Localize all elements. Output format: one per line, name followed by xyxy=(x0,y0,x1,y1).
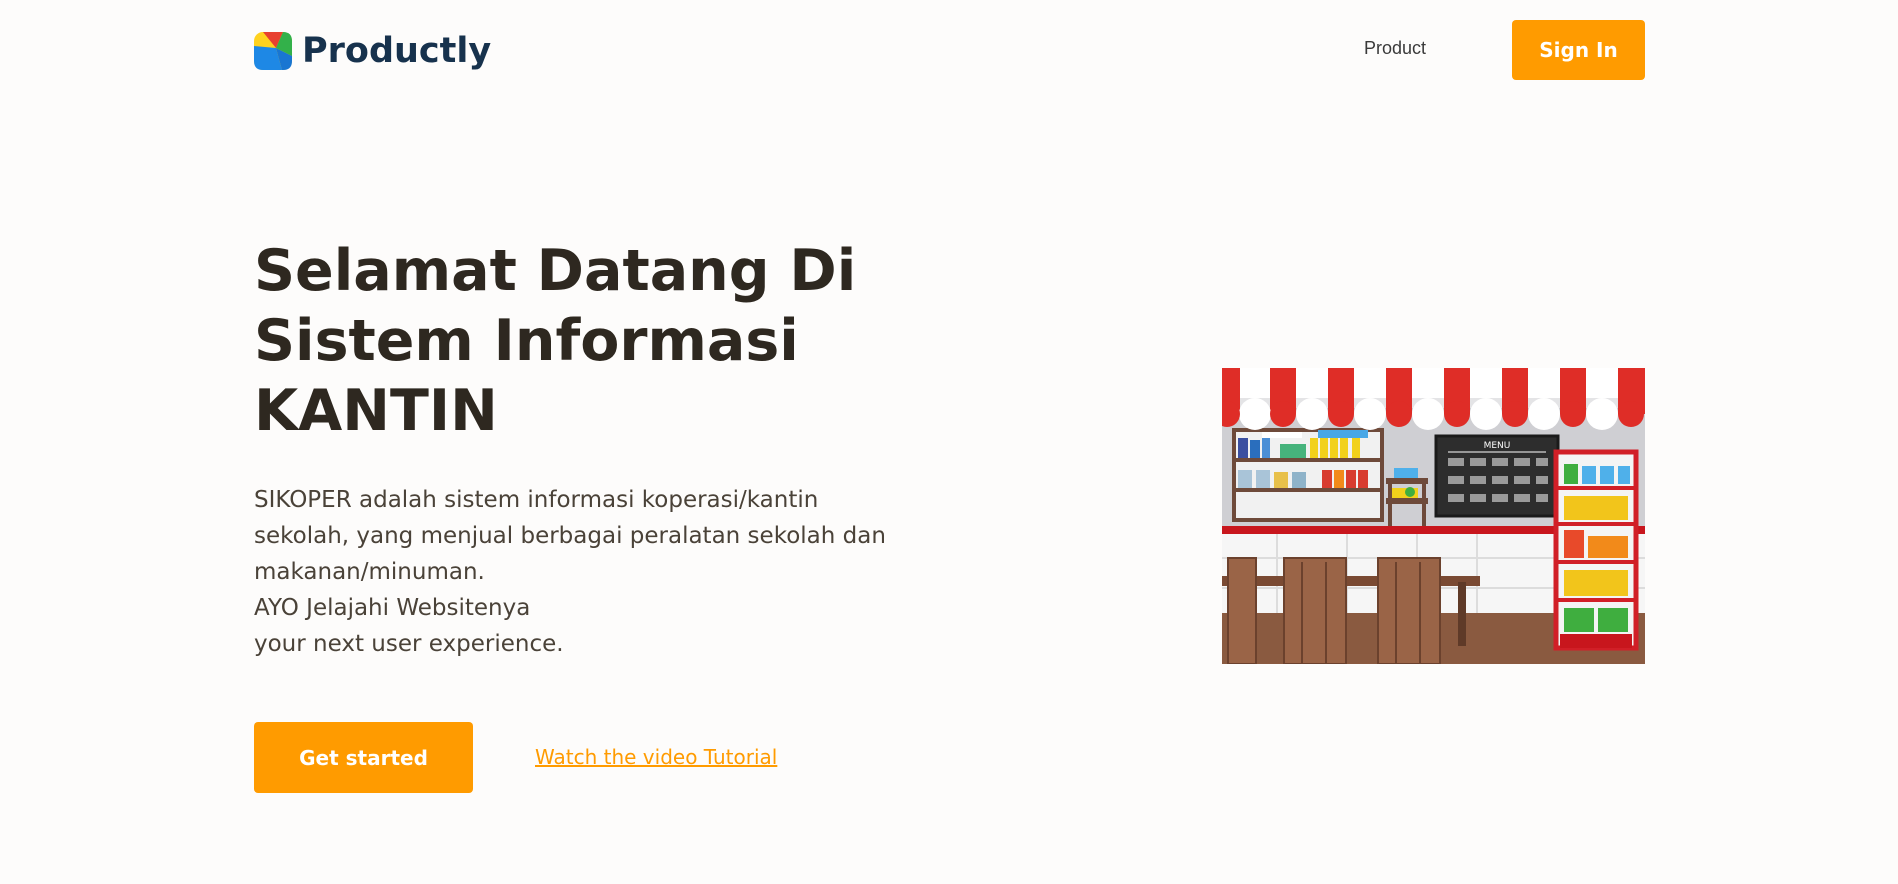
get-started-button[interactable]: Get started xyxy=(254,722,473,793)
watch-video-tutorial-link[interactable]: Watch the video Tutorial xyxy=(535,745,777,769)
nav-product-link[interactable]: Product xyxy=(1364,38,1426,59)
hero-title-line: Selamat Datang Di xyxy=(254,238,857,304)
brand-logo[interactable]: Productly xyxy=(254,30,491,72)
hero-description-line: SIKOPER adalah sistem informasi koperasi… xyxy=(254,487,819,513)
sign-in-button[interactable]: Sign In xyxy=(1512,20,1645,80)
site-header: Productly Product Sign In xyxy=(0,0,1898,100)
hero-title-line: Sistem Informasi xyxy=(254,308,799,374)
hero-title-line: KANTIN xyxy=(254,378,498,444)
hero-title: Selamat Datang Di Sistem Informasi KANTI… xyxy=(254,236,894,446)
productly-logo-icon xyxy=(254,32,292,70)
hero-description-line: your next user experience. xyxy=(254,631,564,657)
canteen-shop-image: MENU xyxy=(1222,368,1645,664)
brand-name: Productly xyxy=(302,31,492,71)
menu-board-label: MENU xyxy=(1484,441,1511,451)
canteen-illustration: MENU xyxy=(1222,368,1645,664)
hero-description-line: AYO Jelajahi Websitenya xyxy=(254,595,531,621)
hero-description: SIKOPER adalah sistem informasi koperasi… xyxy=(254,482,954,662)
hero-description-line: sekolah, yang menjual berbagai peralatan… xyxy=(254,523,886,549)
hero-description-line: makanan/minuman. xyxy=(254,559,485,585)
